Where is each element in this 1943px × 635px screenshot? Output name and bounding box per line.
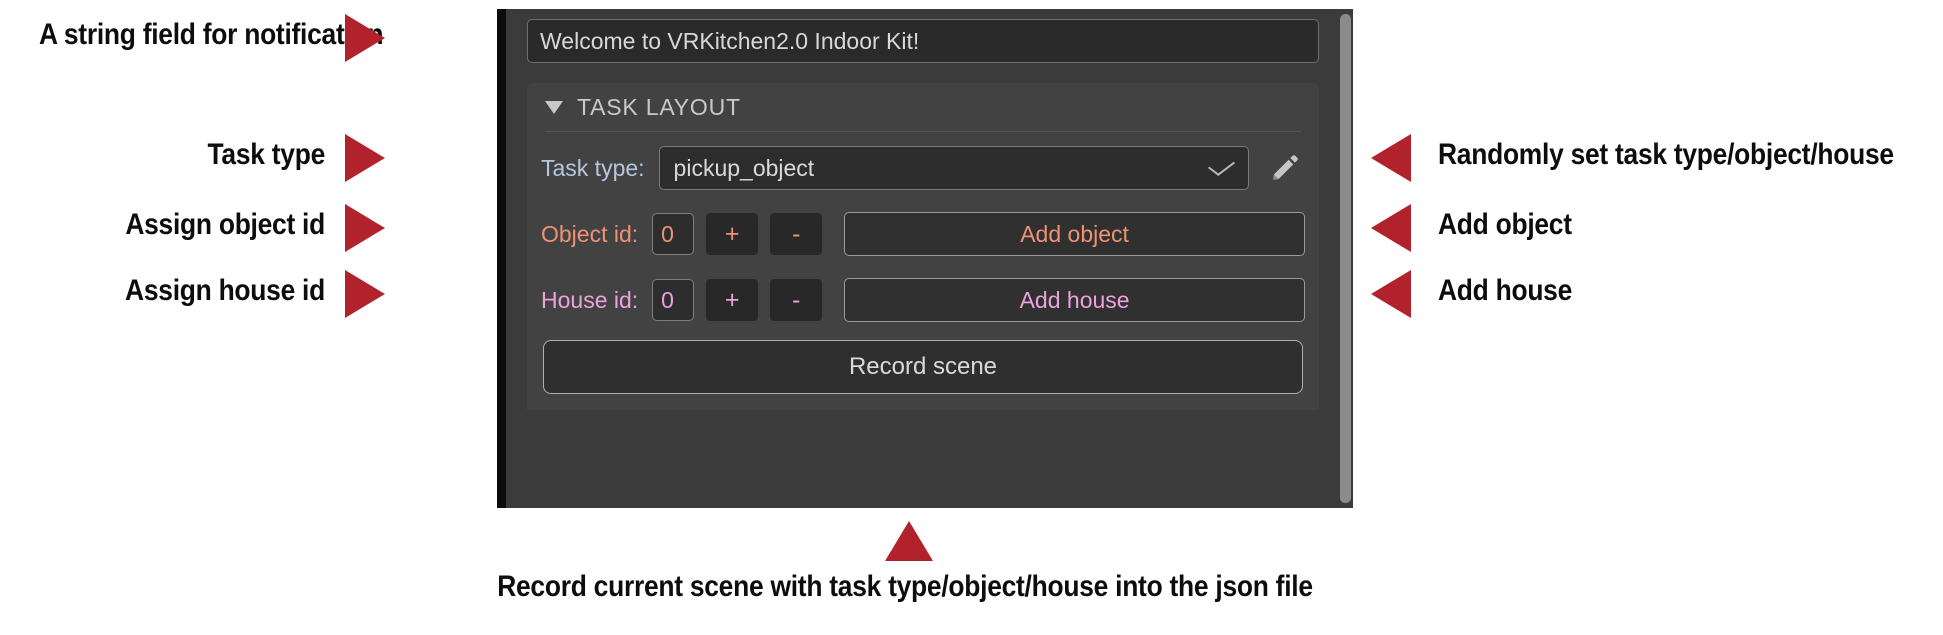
annotation-task-type-label: Task type [207, 138, 326, 171]
annotation-arrow-left-add-house [1371, 270, 1411, 318]
chevron-down-icon [1207, 155, 1236, 176]
details-panel: Welcome to VRKitchen2.0 Indoor Kit! TASK… [497, 9, 1353, 508]
object-id-input[interactable]: 0 [652, 213, 695, 255]
house-id-decrement-button[interactable]: - [770, 279, 823, 321]
object-id-increment-button[interactable]: + [706, 213, 759, 255]
annotation-arrow-left-randomize [1371, 134, 1411, 182]
annotation-randomize-label: Randomly set task type/object/house [1438, 138, 1894, 171]
house-id-row: House id: 0 + - Add house [541, 274, 1305, 326]
annotation-arrow-right-house-id [345, 270, 385, 318]
panel-scrollbar[interactable] [1340, 14, 1351, 503]
annotation-add-object-label: Add object [1438, 208, 1572, 241]
randomize-pencil-button[interactable] [1265, 146, 1305, 190]
annotation-add-house-label: Add house [1438, 274, 1573, 307]
task-type-label: Task type: [541, 154, 645, 181]
object-id-row: Object id: 0 + - Add object [541, 208, 1305, 260]
annotation-arrow-up-record-scene [885, 521, 933, 561]
add-house-button[interactable]: Add house [844, 278, 1305, 322]
house-id-decrement-label: - [792, 285, 801, 314]
task-type-dropdown[interactable]: pickup_object [658, 146, 1249, 190]
task-type-row: Task type: pickup_object [541, 142, 1305, 194]
object-id-increment-label: + [724, 219, 740, 248]
pencil-icon [1273, 155, 1298, 180]
object-id-decrement-button[interactable]: - [770, 213, 823, 255]
task-layout-category: TASK LAYOUT Task type: pickup_object Obj… [527, 83, 1319, 410]
task-layout-category-header[interactable]: TASK LAYOUT [527, 83, 1319, 131]
triangle-down-icon[interactable] [545, 100, 563, 114]
object-id-value: 0 [661, 220, 674, 247]
details-panel-body: Welcome to VRKitchen2.0 Indoor Kit! TASK… [515, 9, 1331, 508]
record-scene-button[interactable]: Record scene [543, 340, 1303, 394]
notification-string-field[interactable]: Welcome to VRKitchen2.0 Indoor Kit! [527, 19, 1319, 63]
add-object-button-label: Add object [1020, 220, 1129, 247]
house-id-input[interactable]: 0 [652, 279, 695, 321]
record-scene-button-label: Record scene [848, 353, 998, 380]
annotation-arrow-right-notification [345, 14, 385, 62]
task-layout-category-content: Task type: pickup_object Object id: 0 + … [527, 132, 1319, 398]
object-id-label: Object id: [541, 220, 639, 247]
task-layout-category-title: TASK LAYOUT [577, 93, 741, 120]
panel-spacer [527, 63, 1319, 83]
annotation-object-id-label: Assign object id [125, 208, 325, 241]
annotation-arrow-right-task-type [345, 134, 385, 182]
house-id-increment-label: + [724, 285, 740, 314]
object-id-decrement-label: - [791, 219, 801, 248]
annotation-arrow-left-add-object [1371, 204, 1411, 252]
annotation-arrow-right-object-id [345, 204, 385, 252]
notification-string-value: Welcome to VRKitchen2.0 Indoor Kit! [540, 27, 920, 54]
house-id-increment-button[interactable]: + [706, 279, 759, 321]
task-type-value: pickup_object [673, 154, 815, 181]
annotation-house-id-label: Assign house id [125, 274, 325, 307]
house-id-value: 0 [661, 286, 674, 313]
add-object-button[interactable]: Add object [844, 212, 1305, 256]
annotation-record-scene-label: Record current scene with task type/obje… [497, 570, 1313, 603]
annotation-notification-label: A string field for notification [39, 18, 384, 51]
add-house-button-label: Add house [1019, 286, 1130, 313]
house-id-label: House id: [541, 286, 639, 313]
